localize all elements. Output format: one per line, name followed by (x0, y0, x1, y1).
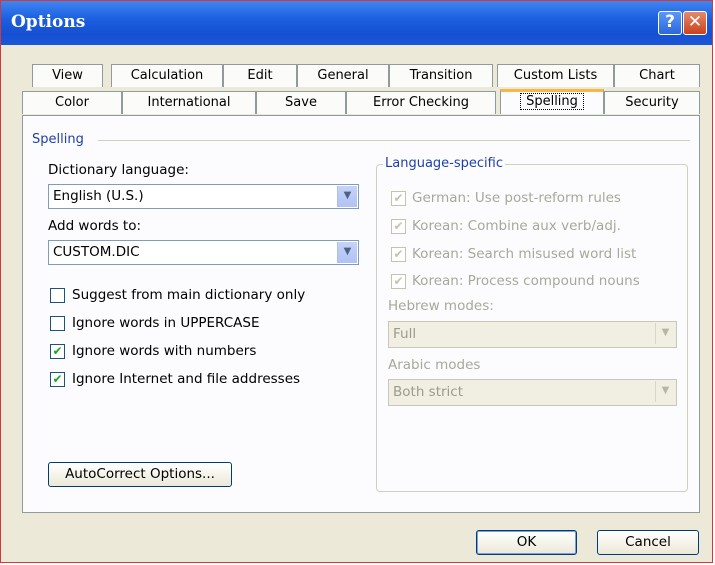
ignore-numbers-checkbox[interactable]: ✔ (50, 344, 65, 359)
ignore-numbers-label: Ignore words with numbers (72, 343, 257, 359)
ignore-uppercase-checkbox[interactable] (50, 316, 65, 331)
chevron-down-icon[interactable]: ▼ (337, 186, 357, 207)
dictionary-language-select[interactable]: English (U.S.) ▼ (48, 184, 359, 209)
tab-security[interactable]: Security (604, 91, 700, 114)
chevron-down-icon[interactable]: ▼ (337, 242, 357, 263)
tab-spelling[interactable]: Spelling (500, 89, 604, 114)
hebrew-modes-label: Hebrew modes: (388, 298, 494, 314)
german-post-reform-checkbox[interactable]: ✔ (391, 191, 406, 206)
ignore-uppercase-label: Ignore words in UPPERCASE (72, 315, 260, 331)
tab-custom-lists[interactable]: Custom Lists (497, 64, 614, 87)
add-words-value: CUSTOM.DIC (53, 244, 140, 260)
ignore-internet-checkbox[interactable]: ✔ (50, 372, 65, 387)
korean-misused-checkbox[interactable]: ✔ (391, 247, 406, 262)
dictionary-language-label: Dictionary language: (48, 162, 189, 178)
spelling-section-title: Spelling (32, 132, 90, 147)
tab-general[interactable]: General (297, 64, 389, 87)
korean-combine-label: Korean: Combine aux verb/adj. (412, 218, 621, 234)
help-button[interactable]: ? (658, 11, 682, 35)
autocorrect-options-button[interactable]: AutoCorrect Options... (48, 462, 232, 487)
cancel-button[interactable]: Cancel (597, 530, 699, 555)
ok-button[interactable]: OK (476, 530, 577, 555)
tab-calculation[interactable]: Calculation (111, 64, 223, 87)
suggest-main-dictionary-checkbox[interactable] (50, 288, 65, 303)
close-button[interactable]: ✕ (683, 11, 707, 35)
ignore-internet-label: Ignore Internet and file addresses (72, 371, 301, 387)
tab-international[interactable]: International (122, 91, 256, 114)
tab-save[interactable]: Save (256, 91, 346, 114)
suggest-main-dictionary-label: Suggest from main dictionary only (72, 287, 306, 303)
tab-view[interactable]: View (32, 64, 103, 87)
tab-color[interactable]: Color (22, 91, 122, 114)
hebrew-modes-select[interactable]: Full ▼ (388, 321, 677, 348)
arabic-modes-select[interactable]: Both strict ▼ (388, 379, 677, 406)
hebrew-modes-value: Full (393, 326, 417, 342)
section-divider (98, 140, 690, 141)
arabic-modes-label: Arabic modes (388, 357, 481, 373)
korean-compound-checkbox[interactable]: ✔ (391, 274, 406, 289)
options-dialog: Options ? ✕ View Calculation Edit Genera… (0, 0, 713, 563)
german-post-reform-label: German: Use post-reform rules (412, 190, 621, 206)
dictionary-language-value: English (U.S.) (53, 188, 144, 204)
add-words-label: Add words to: (48, 218, 142, 234)
add-words-select[interactable]: CUSTOM.DIC ▼ (48, 240, 359, 265)
language-specific-title: Language-specific (383, 156, 505, 171)
chevron-down-icon[interactable]: ▼ (655, 381, 675, 402)
window-title: Options (11, 12, 86, 32)
korean-misused-label: Korean: Search misused word list (412, 246, 637, 262)
tab-chart[interactable]: Chart (614, 64, 700, 87)
korean-combine-checkbox[interactable]: ✔ (391, 219, 406, 234)
tab-edit[interactable]: Edit (223, 64, 297, 87)
korean-compound-label: Korean: Process compound nouns (412, 273, 640, 289)
title-bar[interactable]: Options ? ✕ (1, 1, 712, 45)
tab-error-checking[interactable]: Error Checking (346, 91, 496, 114)
chevron-down-icon[interactable]: ▼ (655, 323, 675, 344)
spelling-panel: Spelling Dictionary language: English (U… (22, 115, 700, 513)
tab-transition[interactable]: Transition (389, 64, 493, 87)
arabic-modes-value: Both strict (393, 384, 464, 400)
